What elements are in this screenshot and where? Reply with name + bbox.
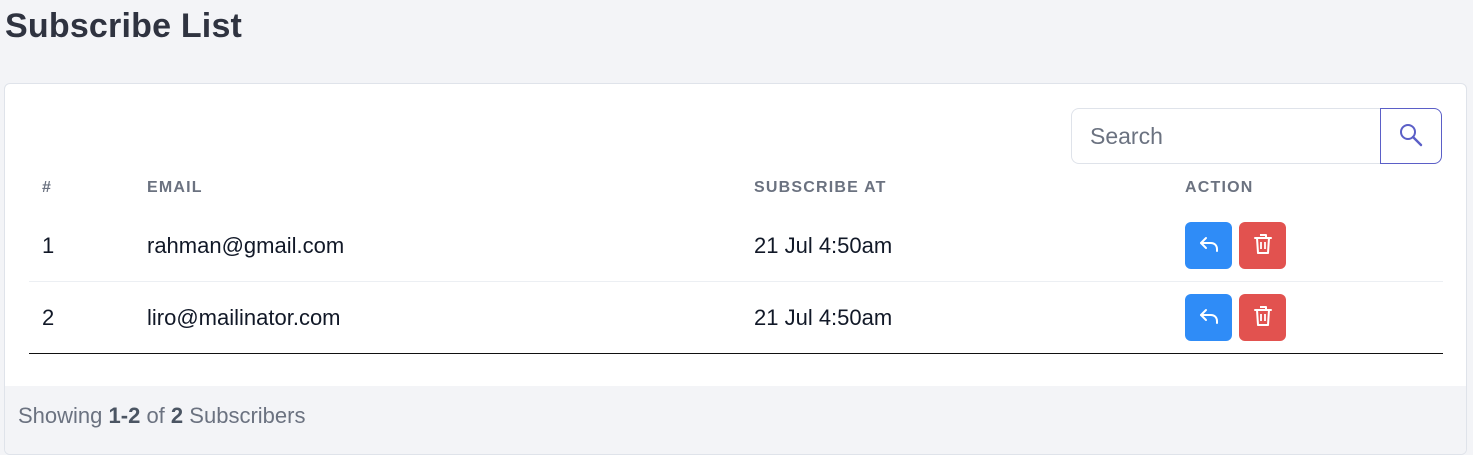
- summary-suffix: Subscribers: [189, 403, 306, 428]
- reply-icon: [1197, 232, 1221, 259]
- column-header-number: #: [42, 179, 53, 196]
- trash-icon: [1251, 232, 1275, 259]
- summary-of: of: [146, 403, 165, 428]
- row-subscribe-at: 21 Jul 4:50am: [754, 232, 893, 258]
- pagination-summary: Showing 1-2 of 2 Subscribers: [5, 386, 1466, 454]
- row-subscribe-at: 21 Jul 4:50am: [754, 304, 893, 330]
- summary-total: 2: [170, 403, 184, 428]
- subscriber-card: # EMAIL SUBSCRIBE AT ACTION 1 rahman@gma…: [4, 83, 1467, 455]
- column-header-action: ACTION: [1185, 179, 1254, 196]
- row-email: liro@mailinator.com: [147, 304, 341, 330]
- delete-button[interactable]: [1239, 294, 1286, 341]
- column-header-subscribe-at: SUBSCRIBE AT: [754, 179, 887, 196]
- reply-button[interactable]: [1185, 294, 1232, 341]
- page-title: Subscribe List: [5, 7, 243, 45]
- row-index: 1: [42, 232, 55, 258]
- trash-icon: [1251, 304, 1275, 331]
- search-input[interactable]: [1071, 108, 1380, 164]
- summary-range: 1-2: [108, 403, 141, 428]
- reply-icon: [1197, 304, 1221, 331]
- row-index: 2: [42, 304, 55, 330]
- search-bar: [1071, 108, 1442, 164]
- delete-button[interactable]: [1239, 222, 1286, 269]
- reply-button[interactable]: [1185, 222, 1232, 269]
- search-icon: [1398, 122, 1424, 151]
- row-actions: [1172, 282, 1443, 354]
- search-button[interactable]: [1380, 108, 1442, 164]
- table-header-row: # EMAIL SUBSCRIBE AT ACTION: [29, 166, 1443, 210]
- table-row: 2 liro@mailinator.com 21 Jul 4:50am: [29, 282, 1443, 354]
- column-header-email: EMAIL: [147, 179, 203, 196]
- subscriber-table: # EMAIL SUBSCRIBE AT ACTION 1 rahman@gma…: [29, 166, 1443, 354]
- table-row: 1 rahman@gmail.com 21 Jul 4:50am: [29, 210, 1443, 282]
- row-email: rahman@gmail.com: [147, 232, 345, 258]
- summary-prefix: Showing: [18, 403, 103, 428]
- row-actions: [1172, 210, 1443, 282]
